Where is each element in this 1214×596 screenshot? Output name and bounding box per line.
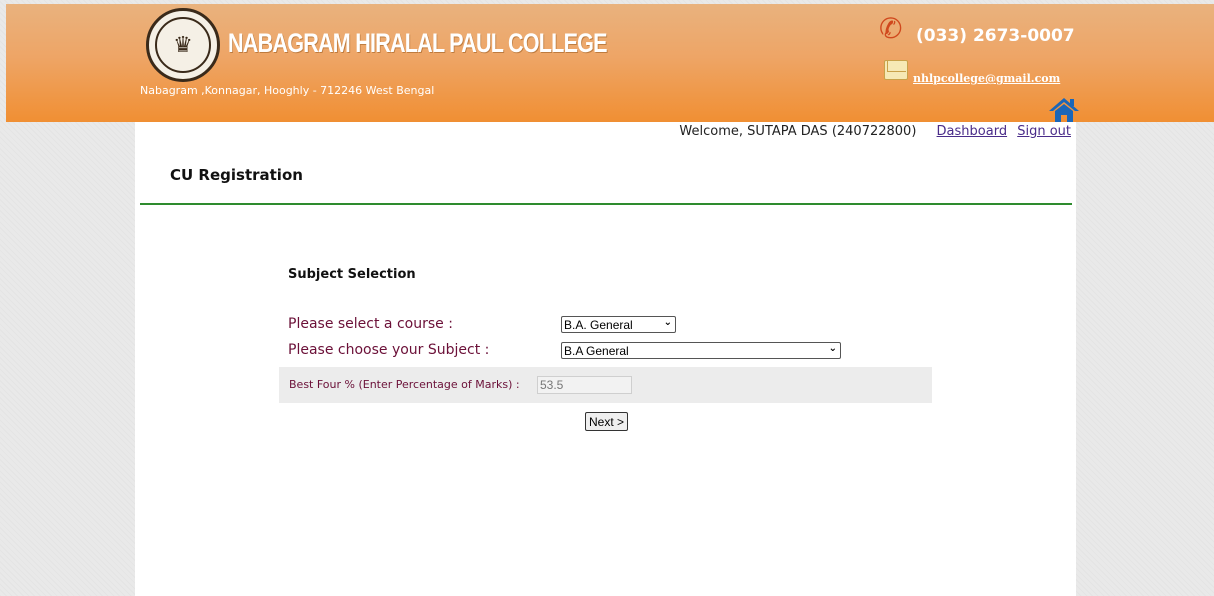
main-content: Welcome, SUTAPA DAS (240722800) Dashboar… xyxy=(135,122,1076,596)
course-label: Please select a course : xyxy=(288,316,453,332)
welcome-text: Welcome, SUTAPA DAS (240722800) xyxy=(679,124,917,139)
college-logo: ♛ xyxy=(146,8,220,82)
college-name: NABAGRAM HIRALAL PAUL COLLEGE xyxy=(228,28,608,58)
dashboard-link[interactable]: Dashboard xyxy=(937,124,1008,139)
subject-select[interactable]: B.A General xyxy=(561,342,841,359)
envelope-icon xyxy=(884,60,908,80)
section-title: Subject Selection xyxy=(288,267,416,282)
phone-icon: ✆ xyxy=(879,12,903,45)
marks-row: Best Four % (Enter Percentage of Marks) … xyxy=(279,367,932,403)
page-title: CU Registration xyxy=(170,166,303,184)
next-button[interactable]: Next > xyxy=(585,412,629,431)
site-header: ♛ NABAGRAM HIRALAL PAUL COLLEGE Nabagram… xyxy=(6,4,1214,124)
marks-input[interactable] xyxy=(537,376,632,394)
subject-label: Please choose your Subject : xyxy=(288,342,490,358)
phone-number: (033) 2673-0007 xyxy=(916,26,1075,46)
home-icon[interactable] xyxy=(1048,96,1080,124)
user-bar: Welcome, SUTAPA DAS (240722800) Dashboar… xyxy=(679,124,1071,139)
signout-link[interactable]: Sign out xyxy=(1017,124,1071,139)
college-address: Nabagram ,Konnagar, Hooghly - 712246 Wes… xyxy=(140,84,435,97)
page: ♛ NABAGRAM HIRALAL PAUL COLLEGE Nabagram… xyxy=(0,0,1214,596)
course-select-wrapper: B.A. General ⌄ xyxy=(561,316,676,333)
subject-select-wrapper: B.A General ⌄ xyxy=(561,342,841,359)
seal-icon: ♛ xyxy=(155,17,211,73)
course-select[interactable]: B.A. General xyxy=(561,316,676,333)
marks-label: Best Four % (Enter Percentage of Marks) … xyxy=(289,378,520,391)
email-link[interactable]: nhlpcollege@gmail.com xyxy=(913,72,1060,85)
divider xyxy=(140,203,1072,205)
